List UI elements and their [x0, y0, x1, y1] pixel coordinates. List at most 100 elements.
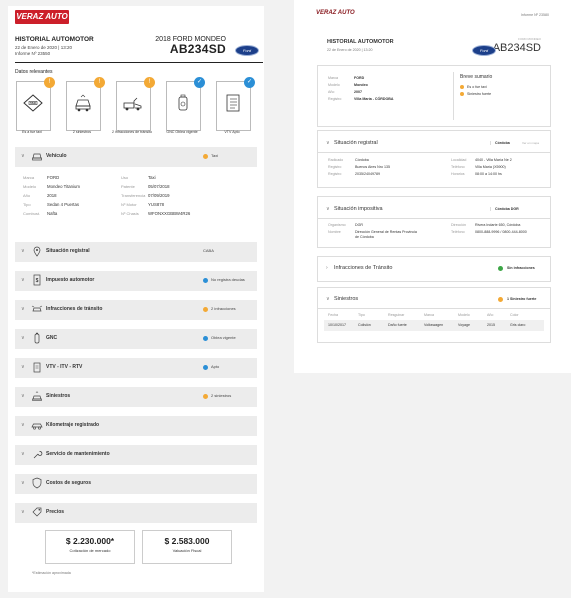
- summary-card: Marca FORD Modelo Mondeo Año 2007 Regist…: [317, 65, 551, 127]
- field-label: Radicado: [328, 158, 344, 162]
- chevron-down-icon: ∨: [21, 451, 25, 457]
- gas-tank-icon: [178, 94, 188, 111]
- table-cell: 10/10/2017: [328, 323, 346, 327]
- infracciones-card[interactable]: › Infracciones de Tránsito Sin infraccio…: [317, 256, 551, 282]
- chevron-down-icon[interactable]: ∨: [326, 206, 330, 212]
- table-cell: Daño fuerte: [388, 323, 407, 327]
- ford-logo: Ford: [235, 45, 259, 56]
- section-siniestros[interactable]: ∨ Siniestros 2 siniestros: [15, 387, 257, 407]
- card-label: GNC Oblea vigente: [166, 130, 198, 134]
- table-cell: Gris claro: [510, 323, 526, 327]
- field-value: Mondeo Titanium: [47, 184, 80, 189]
- field-label: Teléfono: [451, 165, 465, 169]
- card-label: 2 infracciones de tránsito: [112, 130, 152, 134]
- section-status: Apto: [211, 364, 220, 369]
- status-dot: [203, 154, 208, 159]
- report-header: HISTORIAL AUTOMOTOR 22 de Enero de 2020 …: [317, 27, 549, 63]
- card-siniestros[interactable]: !: [66, 77, 105, 131]
- chevron-right-icon[interactable]: ›: [326, 265, 328, 271]
- svg-text:TAXI: TAXI: [30, 101, 36, 105]
- impositiva-card[interactable]: ∨ Situación impositiva Córdoba DGR Organ…: [317, 196, 551, 248]
- card-taxi[interactable]: TAXI !: [16, 77, 55, 131]
- table-cell: Volkswagen: [424, 323, 444, 327]
- veraz-auto-logo[interactable]: VERAZ AUTO un producto: [15, 10, 69, 29]
- section-precios[interactable]: ∨ Precios: [15, 503, 257, 523]
- summary-label: Marca: [328, 76, 338, 80]
- table-header: Año: [487, 313, 494, 317]
- siniestros-status: 1 Siniestro fuerte: [507, 297, 537, 301]
- report-title: HISTORIAL AUTOMOTOR: [15, 36, 94, 43]
- section-title: Vehículo: [46, 153, 67, 159]
- field-value: Villa María (X5900): [475, 165, 506, 169]
- collision-icon: [32, 391, 42, 401]
- wrench-icon: [33, 451, 43, 459]
- crash-icon: [75, 94, 91, 112]
- car-icon: [32, 153, 42, 161]
- section-gnc[interactable]: ∨ GNC Oblea vigente: [15, 329, 257, 349]
- chevron-down-icon: ∨: [21, 277, 25, 283]
- card-label: 2 siniestros: [72, 130, 92, 134]
- card-infracciones[interactable]: !: [116, 77, 155, 131]
- market-price-box: $ 2.230.000* Cotización de mercado: [45, 530, 135, 564]
- card-label: VTV Apto: [224, 130, 240, 134]
- field-label: Nº Motor: [121, 202, 137, 207]
- warning-badge-icon: !: [94, 77, 105, 88]
- report-title: HISTORIAL AUTOMOTOR: [327, 39, 394, 45]
- check-badge-icon: ✓: [194, 77, 205, 88]
- divider: [453, 72, 454, 120]
- status-dot: [203, 278, 208, 283]
- status-dot: [498, 266, 503, 271]
- section-seguros[interactable]: ∨ Costos de seguros: [15, 474, 257, 494]
- section-title: Costos de seguros: [46, 480, 92, 486]
- ford-logo: Ford: [472, 45, 496, 56]
- field-label: Transferencia: [121, 193, 146, 198]
- vehicle-plate: AB234SD: [492, 42, 541, 54]
- report-number: Informe Nº 23580: [520, 13, 549, 17]
- relevant-data-label: Datos relevantes: [15, 69, 53, 75]
- fiscal-price-label: Valuación Fiscal: [172, 548, 202, 553]
- fiscal-price: $ 2.583.000: [164, 536, 210, 546]
- section-impuesto[interactable]: ∨ $ Impuesto automotor No registra deuda…: [15, 271, 257, 291]
- field-value: Dirección General de Rentas Provincia de…: [355, 230, 417, 239]
- odometer-car-icon: [31, 423, 43, 430]
- section-situacion-registral[interactable]: ∨ Situación registral CABA: [15, 242, 257, 262]
- chevron-down-icon: ∨: [21, 480, 25, 486]
- table-cell: Colisión: [358, 323, 371, 327]
- summary-title: Breve sumario: [460, 74, 493, 80]
- section-title: Siniestros: [46, 393, 71, 399]
- section-status: Taxi: [211, 153, 219, 158]
- map-link[interactable]: Ver en mapa: [522, 141, 539, 145]
- section-infracciones[interactable]: ∨ Infracciones de tránsito 2 infraccione…: [15, 300, 257, 320]
- registral-status: Córdoba: [490, 141, 510, 145]
- section-mantenimiento[interactable]: ∨ Servicio de mantenimiento: [15, 445, 257, 465]
- veraz-auto-logo[interactable]: VERAZ AUTO: [316, 10, 355, 16]
- gas-cylinder-icon: [34, 332, 40, 344]
- section-vtv[interactable]: ∨ VTV - ITV - RTV Apto: [15, 358, 257, 378]
- section-vehiculo[interactable]: ∨ Vehículo Taxi: [15, 147, 257, 167]
- warning-badge-icon: !: [44, 77, 55, 88]
- svg-text:$: $: [36, 278, 39, 284]
- card-vtv[interactable]: ✓: [216, 77, 255, 131]
- field-label: Teléfono: [451, 230, 465, 234]
- chevron-down-icon: ∨: [21, 393, 25, 399]
- field-value: FORD: [47, 175, 60, 180]
- market-price: $ 2.230.000*: [65, 536, 115, 546]
- table-header: Modelo: [458, 313, 470, 317]
- field-label: Modelo: [23, 184, 37, 189]
- registral-card[interactable]: ∨ Situación registral Córdoba Ver en map…: [317, 130, 551, 188]
- siniestros-card[interactable]: ∨ Siniestros 1 Siniestro fuerte Fecha Ti…: [317, 287, 551, 343]
- field-label: Localidad: [451, 158, 467, 162]
- taxi-icon: TAXI: [23, 94, 43, 112]
- section-kilometraje[interactable]: ∨ Kilometraje registrado: [15, 416, 257, 436]
- summary-label: Modelo: [328, 83, 340, 87]
- chevron-down-icon[interactable]: ∨: [326, 296, 330, 302]
- section-title: Precios: [46, 509, 65, 515]
- section-status: 2 siniestros: [211, 393, 232, 398]
- summary-value: Mondeo: [354, 83, 368, 87]
- field-value: Nafta: [47, 211, 58, 216]
- summary-value: Villa María - CÓRDOBA: [354, 97, 394, 101]
- card-gnc[interactable]: ✓: [166, 77, 205, 131]
- infracciones-title: Infracciones de Tránsito: [334, 265, 393, 271]
- chevron-down-icon[interactable]: ∨: [326, 140, 330, 146]
- field-value: 05/07/2018: [148, 184, 170, 189]
